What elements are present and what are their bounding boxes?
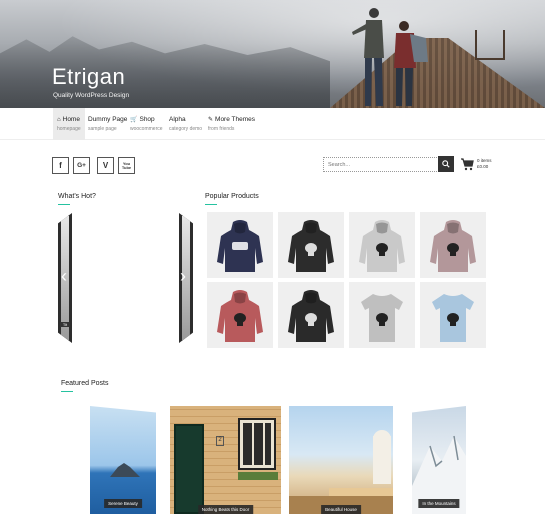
chevron-left-icon[interactable]: ‹ [61, 266, 67, 287]
hot-slide-caption: Tit [60, 322, 70, 327]
cart-icon: 🛒 [130, 117, 138, 123]
hoodie-image [217, 220, 263, 272]
cart-icon[interactable] [460, 157, 474, 171]
search-icon [442, 160, 450, 168]
hero-railing [475, 30, 505, 60]
post-caption: Beautiful House [321, 505, 361, 514]
product-tile[interactable] [207, 282, 273, 348]
nav-item-dummy-page[interactable]: Dummy Page sample page [84, 108, 131, 140]
nav-item-label: Dummy Page [88, 116, 128, 123]
nav-item-home[interactable]: ⌂ Home homepage [53, 108, 85, 140]
window [238, 418, 276, 470]
chevron-right-icon[interactable]: › [180, 266, 186, 287]
hero-person-left [352, 8, 384, 106]
rock-shape [110, 463, 140, 477]
product-tile[interactable] [420, 212, 486, 278]
featured-post-1[interactable]: Serene Beauty [90, 406, 156, 514]
featured-post-4[interactable]: In the Mountains [412, 406, 466, 514]
cart-total: £0.00 [477, 164, 489, 169]
hoodie-image [288, 220, 334, 272]
site-tagline: Quality WordPress Design [53, 92, 130, 99]
post-caption: In the Mountains [418, 499, 460, 508]
product-tile[interactable] [420, 282, 486, 348]
hoodie-image [217, 290, 263, 342]
nav-item-label: Home [62, 116, 80, 123]
nav-item-label: Shop [139, 116, 155, 123]
whats-hot-heading: What's Hot? [58, 193, 96, 200]
nav-item-more-themes[interactable]: ✎ More Themes from friends [204, 108, 259, 140]
nav-item-desc: from friends [208, 126, 235, 132]
popular-products-heading: Popular Products [205, 193, 259, 200]
facebook-icon[interactable]: f [52, 157, 69, 174]
hoodie-image [430, 220, 476, 272]
green-door [174, 424, 204, 514]
search-button[interactable] [438, 156, 454, 172]
hoodie-image [359, 220, 405, 272]
cart-summary[interactable]: 0 items £0.00 [477, 158, 492, 170]
nav-item-label: Alpha [169, 116, 186, 123]
nav-item-label: More Themes [215, 116, 256, 123]
heading-underline [205, 204, 217, 205]
heading-underline [58, 204, 70, 205]
nav-item-shop[interactable]: 🛒 Shop woocommerce [126, 108, 167, 140]
hoodie-image [288, 290, 334, 342]
post-caption: Serene Beauty [104, 499, 142, 508]
product-tile[interactable] [278, 212, 344, 278]
nav-item-alpha[interactable]: Alpha category demo [165, 108, 206, 140]
heading-underline [61, 391, 73, 392]
search-input[interactable] [323, 157, 439, 172]
nav-item-desc: woocommerce [130, 126, 163, 132]
main-navigation: ⌂ Home homepage Dummy Page sample page 🛒 S… [0, 108, 545, 140]
featured-post-3[interactable]: Beautiful House [289, 406, 393, 514]
tshirt-image [361, 294, 403, 342]
featured-posts-heading: Featured Posts [61, 380, 109, 387]
product-tile[interactable] [349, 282, 415, 348]
nav-item-desc: homepage [57, 126, 81, 132]
product-tile[interactable] [278, 282, 344, 348]
product-tile[interactable] [207, 212, 273, 278]
tshirt-image [432, 294, 474, 342]
product-tile[interactable] [349, 212, 415, 278]
nav-item-desc: sample page [88, 126, 117, 132]
vine-icon[interactable]: V [97, 157, 114, 174]
youtube-icon[interactable]: You Tube [118, 157, 135, 174]
google-plus-icon[interactable]: G+ [73, 157, 90, 174]
home-icon: ⌂ [57, 117, 61, 123]
hero-banner: Etrigan Quality WordPress Design [0, 0, 545, 108]
post-caption: Nothing Beats this Door [197, 505, 254, 514]
featured-post-2[interactable]: 2 Nothing Beats this Door [170, 406, 281, 514]
hero-person-right [394, 21, 428, 106]
nav-item-desc: category demo [169, 126, 203, 132]
link-icon: ✎ [208, 117, 214, 123]
site-title[interactable]: Etrigan [52, 64, 125, 90]
